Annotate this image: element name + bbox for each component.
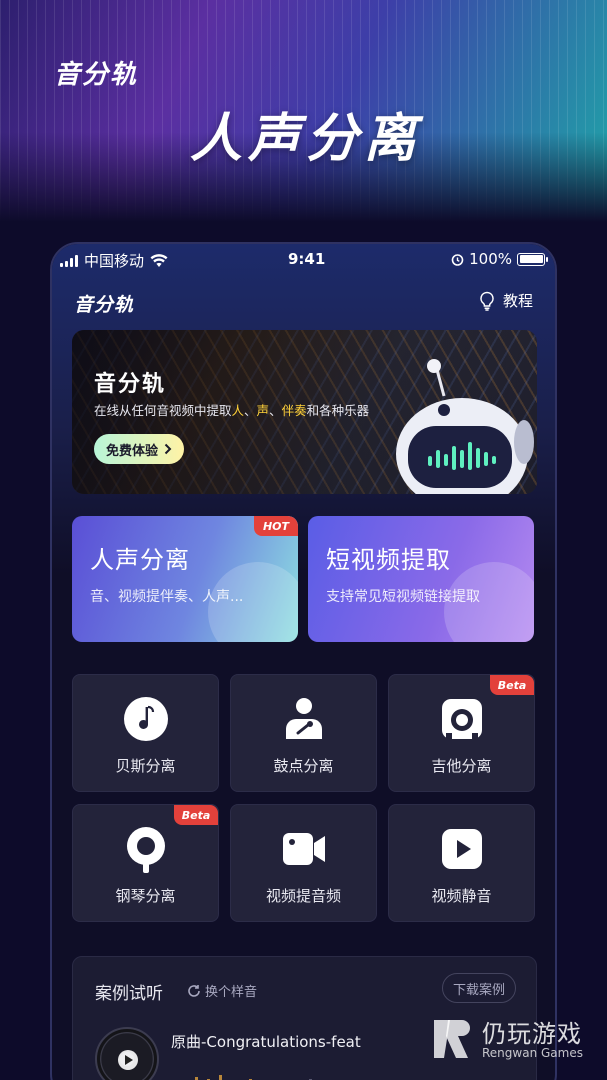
status-time: 9:41 [288,250,326,268]
tool-video-mute[interactable]: 视频静音 [388,804,535,922]
song-title: 原曲-Congratulations-feat [171,1033,361,1051]
beta-badge: Beta [490,675,534,695]
tool-bass-separation[interactable]: 贝斯分离 [72,674,219,792]
download-sample-button[interactable]: 下载案例 [441,973,516,1003]
promo-headline: 人声分离 [190,109,423,169]
battery-icon [517,252,548,266]
voice-separation-card[interactable]: 人声分离 音、视频提伴奏、人声... HOT [72,516,298,642]
hot-badge: HOT [254,516,298,536]
banner-title: 音分轨 [94,372,167,397]
piano-pin-icon [126,827,165,873]
tool-guitar-separation[interactable]: 吉他分离 Beta [388,674,535,792]
signal-icon [60,254,78,267]
banner-subtitle: 在线从任何音视频中提取人、声、伴奏和各种乐器 [94,403,370,418]
tutorial-label: 教程 [502,292,533,310]
watermark-logo-icon [434,1020,470,1058]
alarm-icon [451,253,464,266]
tool-piano-separation[interactable]: 钢琴分离 Beta [72,804,219,922]
short-video-extract-card[interactable]: 短视频提取 支持常见短视频链接提取 [308,516,534,642]
song-disc[interactable] [95,1027,159,1080]
card-subtitle: 支持常见短视频链接提取 [326,589,480,605]
refresh-icon [188,984,200,997]
robot-mascot-icon [396,359,534,494]
free-trial-button[interactable]: 免费体验 [94,434,185,464]
samples-title: 案例试听 [95,984,163,1004]
lightbulb-icon [480,291,494,311]
chevron-right-icon [164,443,172,455]
tutorial-button[interactable]: 教程 [479,290,533,311]
phone-frame: 中国移动 9:41 100% 音分轨 教程 音分轨 在线从任何音视频中提取人、声… [50,242,557,1080]
waveform [195,1075,312,1080]
card-subtitle: 音、视频提伴奏、人声... [90,589,244,605]
video-camera-icon [282,833,325,865]
guitar-amp-icon [441,699,482,739]
promo-brand: 音分轨 [54,60,139,90]
play-icon[interactable] [118,1050,138,1070]
card-title: 人声分离 [90,546,190,574]
drummer-icon [285,698,322,739]
tool-drum-separation[interactable]: 鼓点分离 [230,674,377,792]
card-title: 短视频提取 [326,546,451,574]
carrier-label: 中国移动 [84,252,145,270]
music-note-icon [123,697,168,741]
status-bar: 中国移动 9:41 100% [52,244,555,274]
watermark: 仍玩游戏 Rengwan Games [430,1012,607,1068]
battery-percent: 100% [469,250,512,268]
promo-header: 音分轨 人声分离 [0,0,607,222]
wifi-icon [150,253,168,267]
video-play-icon [441,829,482,869]
tool-video-extract-audio[interactable]: 视频提音频 [230,804,377,922]
app-title: 音分轨 [74,294,135,316]
watermark-name: 仍玩游戏 [482,1020,582,1048]
swap-sample-button[interactable]: 换个样音 [187,981,257,1000]
hero-banner[interactable]: 音分轨 在线从任何音视频中提取人、声、伴奏和各种乐器 免费体验 [72,330,537,494]
watermark-sub: Rengwan Games [482,1046,583,1060]
beta-badge: Beta [174,805,218,825]
